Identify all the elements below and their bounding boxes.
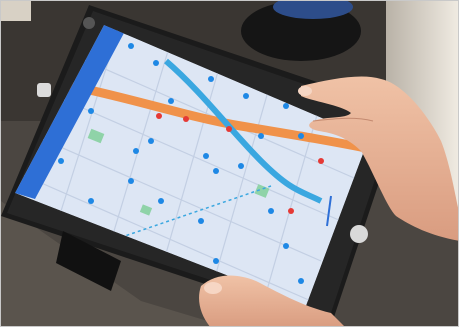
case-corner-bolt-icon	[83, 17, 95, 29]
case-button	[37, 83, 51, 97]
photo-frame	[0, 0, 459, 327]
wall-top-left	[1, 1, 31, 21]
home-button	[350, 225, 368, 243]
tablet-photo	[1, 1, 458, 326]
